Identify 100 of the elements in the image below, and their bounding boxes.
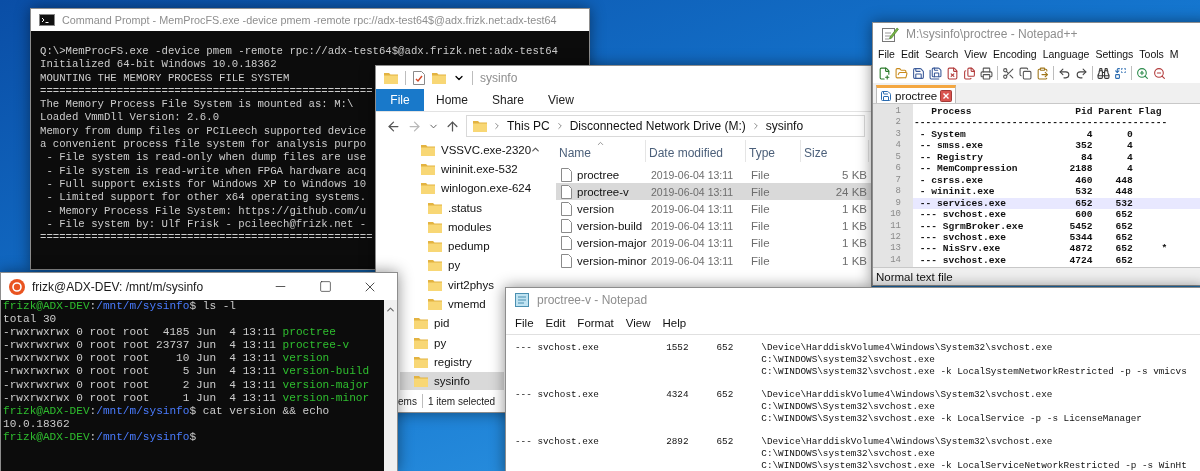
menu-item[interactable]: M: [1166, 48, 1182, 60]
file-row[interactable]: version-major 2019-06-04 13:11 File 1 KB: [556, 234, 871, 252]
line-number: 10: [889, 209, 902, 221]
file-row[interactable]: version-minor 2019-06-04 13:11 File 1 KB: [556, 251, 871, 270]
console-line: ====================================================: [40, 84, 373, 99]
status-text: ems: [398, 395, 417, 407]
tree-item[interactable]: registry: [400, 352, 504, 372]
breadcrumb[interactable]: sysinfo: [765, 119, 804, 133]
line-number: 2: [894, 117, 902, 129]
line-number: 9: [894, 197, 902, 210]
tree-item[interactable]: vmemd: [400, 294, 504, 314]
file-size: 1 KB: [841, 254, 868, 267]
terminal-line: 10.0.18362: [3, 417, 70, 431]
column-header[interactable]: Name: [559, 146, 591, 160]
code-line: -- smss.exe 352 4: [918, 140, 1134, 152]
menu-item[interactable]: Search: [922, 48, 962, 60]
terminal-line: -rwxrwxrwx 0 root root 2 Jun 4 13:11 version-major: [3, 378, 370, 392]
tree-item[interactable]: py: [400, 332, 504, 353]
line-number: 11: [889, 220, 902, 232]
terminal-line: -rwxrwxrwx 0 root root 5 Jun 4 13:11 version-build: [3, 365, 370, 379]
text-line: C:\WINDOWS\system32\svchost.exe: [761, 448, 935, 460]
tree-item[interactable]: py: [400, 255, 504, 276]
tree-item[interactable]: pid: [400, 313, 504, 333]
text-line: --- svchost.exe 2892 652 \Device\HarddiskVolume4\Windows\System32\svchost.exe: [515, 436, 1053, 449]
breadcrumb[interactable]: This PC: [507, 119, 550, 133]
file-type: File: [750, 168, 771, 181]
file-name: version-major: [577, 237, 647, 250]
tree-item[interactable]: virt2phys: [400, 275, 504, 295]
ribbon-tab[interactable]: View: [536, 89, 586, 111]
console-line: - File system is read-write when FPGA hardware acq: [45, 164, 367, 178]
console-line: Initialized 64-bit Windows 10.0.18362: [40, 58, 277, 72]
tree-item[interactable]: pedump: [400, 236, 504, 256]
menu-item[interactable]: File: [509, 317, 540, 329]
menu-item[interactable]: Edit: [897, 48, 922, 60]
line-number: 14: [889, 254, 902, 267]
code-line: --- NisSrv.exe 4872 652 *: [918, 243, 1169, 255]
code-line: --- svchost.exe 5344 652: [918, 232, 1134, 244]
file-row[interactable]: proctree 2019-06-04 13:11 File 5 KB: [556, 166, 871, 184]
menu-item[interactable]: Encoding: [989, 48, 1040, 60]
file-row[interactable]: version 2019-06-04 13:11 File 1 KB: [556, 200, 871, 218]
code-line: -- MemCompression 2188 4: [918, 163, 1134, 175]
menu-item[interactable]: Edit: [539, 317, 572, 329]
window-title: frizk@ADX-DEV: /mnt/m/sysinfo: [32, 279, 204, 294]
line-number: 3: [894, 128, 902, 141]
code-line: --- svchost.exe 600 652: [918, 209, 1134, 221]
menu-item[interactable]: Format: [571, 317, 620, 329]
file-size: 24 KB: [834, 185, 868, 198]
text-line: --- svchost.exe 1552 652 \Device\HarddiskVolume4\Windows\System32\svchost.exe: [515, 342, 1053, 354]
console-line: Loaded VmmDll Version: 2.6.0: [40, 111, 220, 125]
menu-item[interactable]: View: [619, 317, 657, 329]
file-date: 2019-06-04 13:11: [650, 168, 735, 181]
file-row[interactable]: version-build 2019-06-04 13:11 File 1 KB: [556, 217, 871, 235]
breadcrumb[interactable]: Disconnected Network Drive (M:): [569, 119, 746, 133]
window-title: proctree-v - Notepad: [537, 293, 648, 307]
window-title: Command Prompt - MemProcFS.exe -device pmem -remote rpc://adx-test64$@adx.frizk.net:adx-test64: [62, 14, 557, 26]
file-menu-button[interactable]: File: [376, 89, 424, 111]
file-row[interactable]: proctree-v 2019-06-04 13:11 File 24 KB: [556, 183, 871, 201]
console-line: ====================================================: [40, 231, 373, 245]
tree-item[interactable]: sysinfo: [400, 371, 504, 390]
column-header[interactable]: Type: [749, 146, 775, 160]
menu-item[interactable]: Tools: [1136, 48, 1167, 60]
console-line: MOUNTING THE MEMORY PROCESS FILE SYSTEM: [40, 71, 290, 85]
file-type: File: [750, 202, 771, 215]
tree-item[interactable]: .status: [400, 197, 504, 218]
console-line: - File system is read-only when dump files are use: [45, 151, 367, 165]
address-bar[interactable]: This PC Disconnected Network Drive (M:) sysinfo: [466, 115, 865, 137]
code-line: -- Registry 84 4: [918, 151, 1134, 164]
window-title: M:\sysinfo\proctree - Notepad++: [906, 27, 1078, 41]
line-number: 4: [894, 140, 902, 152]
line-number: 8: [894, 186, 902, 198]
file-type: File: [750, 237, 771, 250]
file-size: 1 KB: [841, 237, 868, 250]
file-type: File: [750, 254, 771, 267]
terminal-line: -rwxrwxrwx 0 root root 1 Jun 4 13:11 version-minor: [3, 391, 370, 405]
menu-item[interactable]: View: [961, 48, 990, 60]
tree-item[interactable]: modules: [400, 217, 504, 237]
terminal-line: frizk@ADX-DEV:/mnt/m/sysinfo$ ls -l: [3, 300, 237, 314]
line-number: 7: [894, 174, 902, 187]
code-line: - csrss.exe 460 448: [918, 174, 1134, 187]
line-number: 1: [894, 106, 902, 118]
file-name: version-minor: [577, 254, 647, 267]
terminal-line: frizk@ADX-DEV:/mnt/m/sysinfo$ cat version && echo: [3, 404, 330, 418]
menu-item[interactable]: File: [875, 48, 898, 60]
file-date: 2019-06-04 13:11: [650, 237, 735, 250]
tab-label: proctree: [895, 89, 938, 102]
console-line: - Memory Process File System: https://github.com/u: [45, 204, 367, 218]
file-date: 2019-06-04 13:11: [650, 254, 735, 267]
file-size: 1 KB: [841, 202, 868, 215]
document-tab[interactable]: proctree: [876, 85, 957, 103]
tree-item[interactable]: wininit.exe-532: [400, 159, 518, 179]
code-line: --- svchost.exe 4724 652: [918, 254, 1134, 267]
column-header[interactable]: Size: [804, 146, 828, 160]
terminal-line: frizk@ADX-DEV:/mnt/m/sysinfo$: [3, 430, 197, 445]
ribbon-tab[interactable]: Share: [480, 89, 537, 111]
menu-item[interactable]: Help: [656, 317, 693, 329]
ribbon-tab[interactable]: Home: [424, 89, 480, 111]
console-line: - File system by: Ulf Frisk - pcileech@frizk.net -: [45, 217, 367, 232]
menu-item[interactable]: Settings: [1092, 48, 1137, 60]
column-header[interactable]: Date modified: [649, 146, 724, 160]
menu-item[interactable]: Language: [1039, 48, 1093, 60]
